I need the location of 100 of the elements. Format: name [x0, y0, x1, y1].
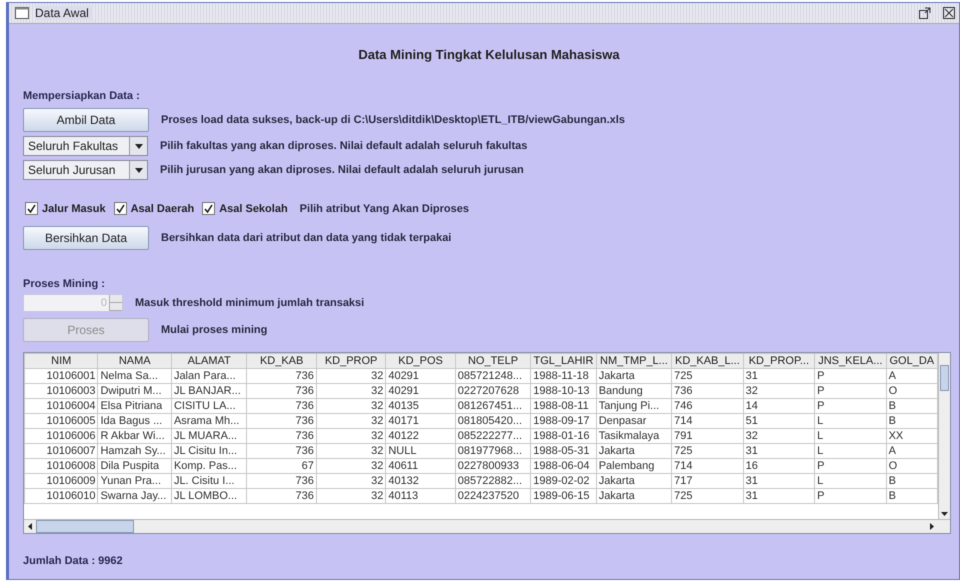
column-header[interactable]: NAMA	[98, 354, 172, 368]
column-header[interactable]: GOL_DA	[886, 354, 938, 368]
table-cell: 10106004	[24, 398, 98, 414]
column-header[interactable]: KD_PROP	[316, 354, 386, 368]
table-cell: 085722882...	[455, 474, 531, 488]
status-message: Proses load data sukses, back-up di C:\Users\ditdik\Desktop\ETL_ITB/viewGabungan.xls	[161, 114, 625, 126]
section-label: Mempersiapkan Data :	[23, 90, 140, 102]
table-cell: 1989-06-15	[530, 488, 596, 504]
table-cell: Jakarta	[596, 488, 672, 504]
close-icon[interactable]	[943, 7, 955, 19]
column-header[interactable]: JNS_KELA...	[814, 354, 886, 368]
table-cell: 32	[743, 384, 815, 398]
table-cell: 32	[316, 384, 386, 398]
restore-icon[interactable]	[919, 7, 931, 19]
clean-data-button[interactable]: Bersihkan Data	[23, 226, 149, 250]
table-cell: 725	[672, 488, 744, 504]
table-cell: 10106010	[24, 488, 98, 504]
table-cell: Jakarta	[596, 444, 672, 458]
table-cell: 1988-06-04	[530, 458, 596, 474]
table-cell: 1988-01-16	[530, 428, 596, 444]
table-cell: 32	[316, 368, 386, 384]
table-cell: 081805420...	[455, 414, 531, 428]
scroll-thumb[interactable]	[940, 365, 949, 391]
table-cell: 32	[316, 488, 386, 504]
table-cell: L	[814, 428, 886, 444]
horizontal-scrollbar[interactable]	[24, 519, 950, 533]
window-icon	[15, 7, 29, 19]
table-cell: 32	[316, 398, 386, 414]
column-header[interactable]: KD_KAB	[246, 354, 316, 368]
table-cell: R Akbar Wi...	[98, 428, 172, 444]
table-cell: 1989-02-02	[530, 474, 596, 488]
checkbox[interactable]	[202, 202, 216, 215]
table-cell: L	[814, 474, 886, 488]
checkbox[interactable]	[25, 202, 38, 215]
dropdown[interactable]: Seluruh Jurusan	[23, 160, 148, 180]
record-count: Jumlah Data : 9962	[23, 555, 123, 567]
table-cell: 31	[743, 368, 815, 384]
column-header[interactable]: KD_POS	[386, 354, 456, 368]
vertical-scrollbar[interactable]	[938, 353, 950, 519]
table-cell: 32	[316, 444, 386, 458]
table-cell: 791	[672, 428, 744, 444]
table-cell: 081267451...	[455, 398, 531, 414]
table-cell: 736	[672, 384, 744, 398]
table-cell: 085222277...	[455, 428, 531, 444]
table-cell: Nelma Sa...	[98, 368, 172, 384]
column-header[interactable]: ALAMAT	[171, 354, 247, 368]
caret-icon	[134, 144, 142, 148]
table-cell: 40132	[386, 474, 456, 488]
checkbox[interactable]	[114, 202, 127, 215]
table-cell: 1988-08-11	[530, 398, 596, 414]
table-cell: L	[814, 444, 886, 458]
table-cell: 717	[672, 474, 744, 488]
table-cell: JL. Cisitu I...	[171, 474, 247, 488]
table-cell: 31	[743, 444, 815, 458]
table-cell: 32	[316, 458, 386, 474]
table-cell: Asrama Mh...	[171, 414, 247, 428]
table-cell: Swarna Jay...	[98, 488, 172, 504]
table-cell: Bandung	[596, 384, 672, 398]
table-cell: 40171	[386, 414, 456, 428]
table-cell: 32	[743, 428, 815, 444]
scroll-thumb[interactable]	[36, 520, 134, 533]
column-header[interactable]: KD_PROP...	[743, 354, 815, 368]
table-cell: Dila Puspita	[98, 458, 172, 474]
table-cell: 31	[743, 474, 815, 488]
dropdown-hint: Pilih fakultas yang akan diproses. Nilai default adalah seluruh fakultas	[160, 140, 528, 152]
table-cell: 746	[672, 398, 744, 414]
table-cell: CISITU LA...	[171, 398, 247, 414]
table-cell: P	[814, 488, 886, 504]
table-cell: 14	[743, 398, 815, 414]
table-cell: P	[814, 398, 886, 414]
table-cell: 67	[246, 458, 316, 474]
column-header[interactable]: KD_KAB_L...	[672, 354, 744, 368]
table-cell: 0227207628	[455, 384, 531, 398]
clean-hint: Bersihkan data dari atribut dan data yang tidak terpakai	[161, 232, 452, 244]
column-header[interactable]: TGL_LAHIR	[530, 354, 596, 368]
table-cell: 51	[743, 414, 815, 428]
table-cell: Palembang	[596, 458, 672, 474]
window-title: Data Awal	[35, 6, 93, 20]
table-cell: 40122	[386, 428, 456, 444]
table-cell: Jakarta	[596, 368, 672, 384]
threshold-hint: Masuk threshold minimum jumlah transaksi	[135, 297, 364, 309]
scroll-down-icon[interactable]	[941, 512, 948, 516]
table-cell: 736	[246, 474, 316, 488]
table-cell: 081977968...	[455, 444, 531, 458]
column-header[interactable]: NM_TMP_L...	[596, 354, 672, 368]
table-cell: 10106009	[24, 474, 98, 488]
table-cell: Denpasar	[596, 414, 672, 428]
scroll-right-icon[interactable]	[930, 523, 934, 530]
caret-icon	[134, 168, 142, 172]
table-cell: JL MUARA...	[171, 428, 247, 444]
column-header[interactable]: NO_TELP	[455, 354, 531, 368]
load-data-button[interactable]: Ambil Data	[23, 108, 149, 132]
dropdown[interactable]: Seluruh Fakultas	[23, 136, 148, 156]
table-cell: 714	[672, 458, 744, 474]
scroll-left-icon[interactable]	[28, 523, 32, 530]
table-cell: 725	[672, 368, 744, 384]
table-cell: 0227800933	[455, 458, 531, 474]
table-cell: 31	[743, 488, 815, 504]
table-cell: 40611	[386, 458, 456, 474]
column-header[interactable]: NIM	[24, 354, 98, 368]
